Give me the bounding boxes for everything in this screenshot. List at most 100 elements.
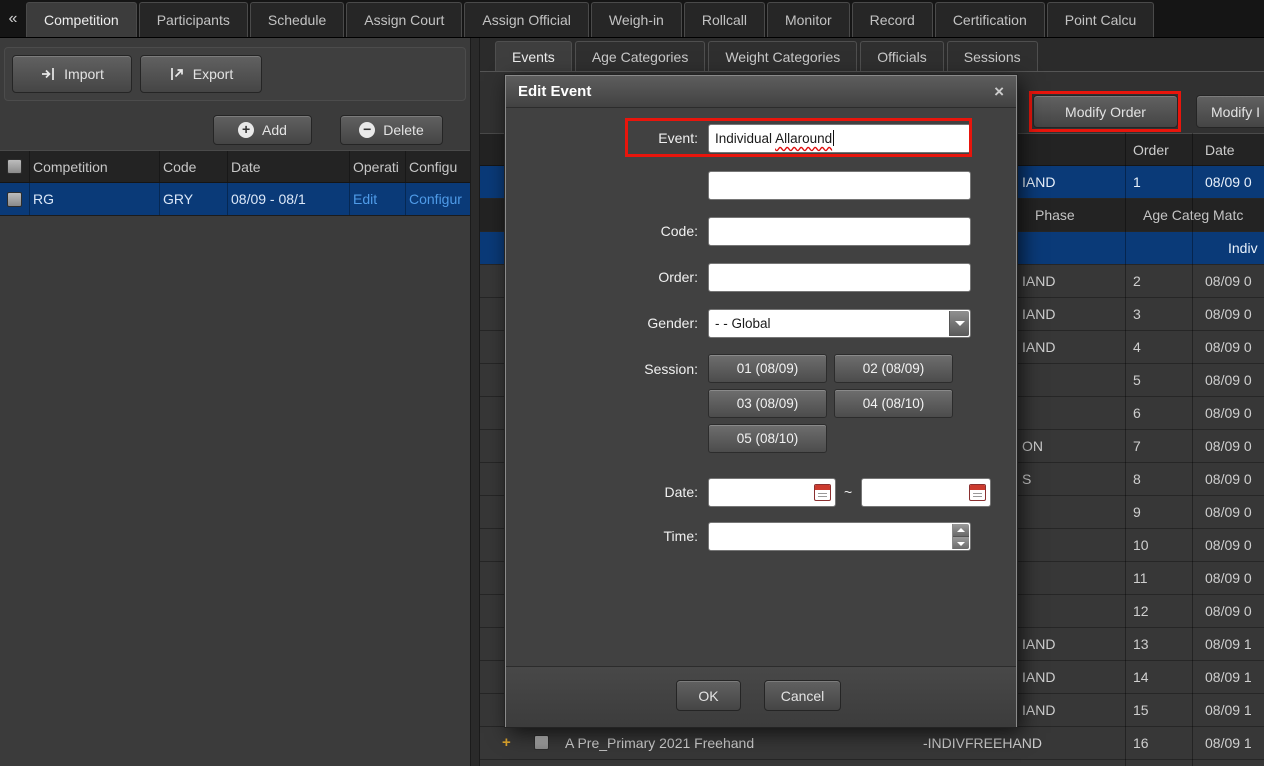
ok-button[interactable]: OK <box>676 680 741 711</box>
column-header-configuration[interactable]: Configu <box>406 151 470 182</box>
tab-sessions[interactable]: Sessions <box>947 41 1038 71</box>
dropdown-arrow-icon[interactable] <box>949 311 969 336</box>
import-icon <box>40 66 56 82</box>
nav-tab-monitor[interactable]: Monitor <box>767 2 850 37</box>
gender-select[interactable]: - - Global <box>708 309 971 338</box>
column-header-code[interactable]: Code <box>160 151 228 182</box>
session-label: Session: <box>556 361 698 377</box>
subheader-cell: Matc <box>1213 207 1243 223</box>
order-input[interactable] <box>708 263 971 292</box>
event-code-fragment: IAND <box>1022 702 1055 718</box>
cancel-button[interactable]: Cancel <box>764 680 841 711</box>
subheader-cell: Age Categ <box>1143 207 1209 223</box>
tab-weight-categories[interactable]: Weight Categories <box>708 41 857 71</box>
session-button[interactable]: 02 (08/09) <box>834 354 953 383</box>
text-caret <box>833 130 834 146</box>
events-tabbar: EventsAge CategoriesWeight CategoriesOff… <box>480 38 1264 72</box>
nav-tab-participants[interactable]: Participants <box>139 2 248 37</box>
export-icon <box>169 66 185 82</box>
event-row[interactable]: +A Pre_Primary 2021 Freehand-INDIVFREEHA… <box>480 727 1264 760</box>
event-date: 08/09 1 <box>1205 669 1252 685</box>
event-label: Event: <box>556 130 698 146</box>
close-icon[interactable]: × <box>994 82 1004 102</box>
event-order: 15 <box>1133 702 1149 718</box>
event-value-word1: Individual <box>715 131 772 146</box>
session-button[interactable]: 03 (08/09) <box>708 389 827 418</box>
session-button[interactable]: 04 (08/10) <box>834 389 953 418</box>
tab-officials[interactable]: Officials <box>860 41 944 71</box>
tab-age-categories[interactable]: Age Categories <box>575 41 706 71</box>
time-input[interactable] <box>708 522 971 551</box>
nav-tab-schedule[interactable]: Schedule <box>250 2 344 37</box>
subheader-cell: Phase <box>1035 207 1075 223</box>
column-divider <box>1192 133 1193 766</box>
event-order: 3 <box>1133 306 1141 322</box>
modify-order-button[interactable]: Modify Order <box>1033 95 1178 128</box>
nav-tab-point-calcu[interactable]: Point Calcu <box>1047 2 1155 37</box>
column-header-competition[interactable]: Competition <box>30 151 160 182</box>
edit-link[interactable]: Edit <box>353 191 377 207</box>
event-row[interactable]: + <box>480 760 1264 766</box>
expand-icon[interactable]: + <box>502 734 511 751</box>
calendar-icon[interactable] <box>814 484 831 501</box>
select-all-checkbox[interactable] <box>7 159 22 174</box>
configure-link[interactable]: Configur <box>409 191 462 207</box>
event-date: 08/09 0 <box>1205 273 1252 289</box>
nav-tab-assign-official[interactable]: Assign Official <box>464 2 588 37</box>
dialog-footer: OK Cancel <box>506 666 1016 727</box>
add-button[interactable]: + Add <box>213 115 312 145</box>
child-name-fragment: Indiv <box>1228 240 1258 256</box>
row-checkbox[interactable] <box>7 192 22 207</box>
session-button[interactable]: 05 (08/10) <box>708 424 827 453</box>
export-button[interactable]: Export <box>140 55 262 93</box>
column-header-date[interactable]: Date <box>228 151 350 182</box>
competition-table-header: Competition Code Date Operati Configu <box>0 150 470 183</box>
code-input[interactable] <box>708 217 971 246</box>
event-date: 08/09 0 <box>1205 306 1252 322</box>
row-checkbox[interactable] <box>534 735 549 750</box>
event-date: 08/09 0 <box>1205 339 1252 355</box>
column-header-date[interactable]: Date <box>1205 142 1235 158</box>
delete-button[interactable]: − Delete <box>340 115 443 145</box>
event-name-alt-input[interactable] <box>708 171 971 200</box>
session-button-group: 01 (08/09)02 (08/09)03 (08/09)04 (08/10)… <box>708 354 954 453</box>
date-to-input[interactable] <box>861 478 991 507</box>
spinner-up-icon[interactable] <box>953 524 969 536</box>
event-date: 08/09 0 <box>1205 504 1252 520</box>
nav-tab-weigh-in[interactable]: Weigh-in <box>591 2 682 37</box>
event-order: 14 <box>1133 669 1149 685</box>
competition-row[interactable]: RG GRY 08/09 - 08/1 Edit Configur <box>0 183 470 216</box>
event-name-input[interactable]: Individual Allaround <box>708 124 971 153</box>
code-label: Code: <box>556 223 698 239</box>
column-header-operation[interactable]: Operati <box>350 151 406 182</box>
nav-tab-record[interactable]: Record <box>852 2 933 37</box>
spinner-down-icon[interactable] <box>953 536 969 549</box>
export-label: Export <box>193 66 233 82</box>
tab-events[interactable]: Events <box>495 41 572 71</box>
competition-name: RG <box>30 183 160 215</box>
dialog-titlebar[interactable]: Edit Event × <box>506 76 1016 108</box>
app-window: « CompetitionParticipantsScheduleAssign … <box>0 0 1264 766</box>
gender-label: Gender: <box>556 315 698 331</box>
column-divider <box>1125 133 1126 766</box>
date-from-input[interactable] <box>708 478 836 507</box>
nav-tab-certification[interactable]: Certification <box>935 2 1045 37</box>
column-header-order[interactable]: Order <box>1133 142 1169 158</box>
import-button[interactable]: Import <box>12 55 132 93</box>
modify-partial-button[interactable]: Modify I <box>1196 95 1264 128</box>
collapse-sidebar-icon[interactable]: « <box>0 0 26 37</box>
event-date: 08/09 1 <box>1205 735 1252 751</box>
event-order: 10 <box>1133 537 1149 553</box>
calendar-icon[interactable] <box>969 484 986 501</box>
top-navigation: « CompetitionParticipantsScheduleAssign … <box>0 0 1264 38</box>
panel-splitter[interactable] <box>470 38 480 766</box>
competition-date: 08/09 - 08/1 <box>228 183 350 215</box>
event-code-fragment: IAND <box>1022 339 1055 355</box>
session-button[interactable]: 01 (08/09) <box>708 354 827 383</box>
nav-tab-competition[interactable]: Competition <box>26 2 137 37</box>
nav-tab-rollcall[interactable]: Rollcall <box>684 2 765 37</box>
dialog-title: Edit Event <box>518 83 591 100</box>
event-date: 08/09 0 <box>1205 570 1252 586</box>
nav-tab-assign-court[interactable]: Assign Court <box>346 2 462 37</box>
event-date: 08/09 0 <box>1205 471 1252 487</box>
